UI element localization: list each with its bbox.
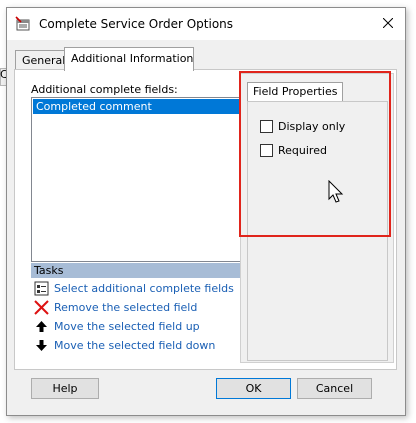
display-only-checkbox-row[interactable]: Display only [260, 119, 345, 133]
task-label[interactable]: Select additional complete fields [54, 282, 234, 295]
field-properties-panel [247, 101, 388, 361]
ok-button[interactable]: OK [216, 378, 291, 399]
task-label[interactable]: Move the selected field up [54, 320, 200, 333]
help-button[interactable]: Help [31, 378, 99, 399]
required-label: Required [278, 143, 327, 157]
task-label[interactable]: Move the selected field down [54, 339, 215, 352]
arrow-up-icon [33, 318, 49, 334]
arrow-down-icon [33, 337, 49, 353]
titlebar: Complete Service Order Options [7, 8, 405, 40]
tab-field-properties[interactable]: Field Properties [247, 82, 344, 101]
cancel-button[interactable]: Cancel [297, 378, 372, 399]
list-item[interactable]: Completed comment [33, 99, 240, 114]
display-only-checkbox[interactable] [260, 119, 273, 133]
tab-additional-information[interactable]: Additional Information [64, 47, 194, 71]
close-icon [383, 18, 393, 28]
app-icon [15, 16, 31, 32]
red-x-icon [33, 299, 49, 315]
required-checkbox[interactable] [260, 143, 273, 157]
select-fields-icon [33, 280, 49, 296]
additional-fields-label: Additional complete fields: [31, 83, 178, 96]
display-only-label: Display only [278, 119, 346, 133]
close-button[interactable] [375, 12, 401, 34]
task-move-up[interactable]: Move the selected field up [33, 318, 200, 334]
required-checkbox-row[interactable]: Required [260, 143, 327, 157]
task-remove-field[interactable]: Remove the selected field [33, 299, 197, 315]
task-move-down[interactable]: Move the selected field down [33, 337, 215, 353]
tasks-header: Tasks [31, 263, 241, 278]
mouse-cursor-icon [328, 179, 344, 207]
additional-fields-list[interactable]: Completed comment [31, 97, 242, 262]
dialog-title: Complete Service Order Options [39, 17, 234, 31]
task-select-fields[interactable]: Select additional complete fields [33, 280, 234, 296]
task-label[interactable]: Remove the selected field [54, 301, 197, 314]
